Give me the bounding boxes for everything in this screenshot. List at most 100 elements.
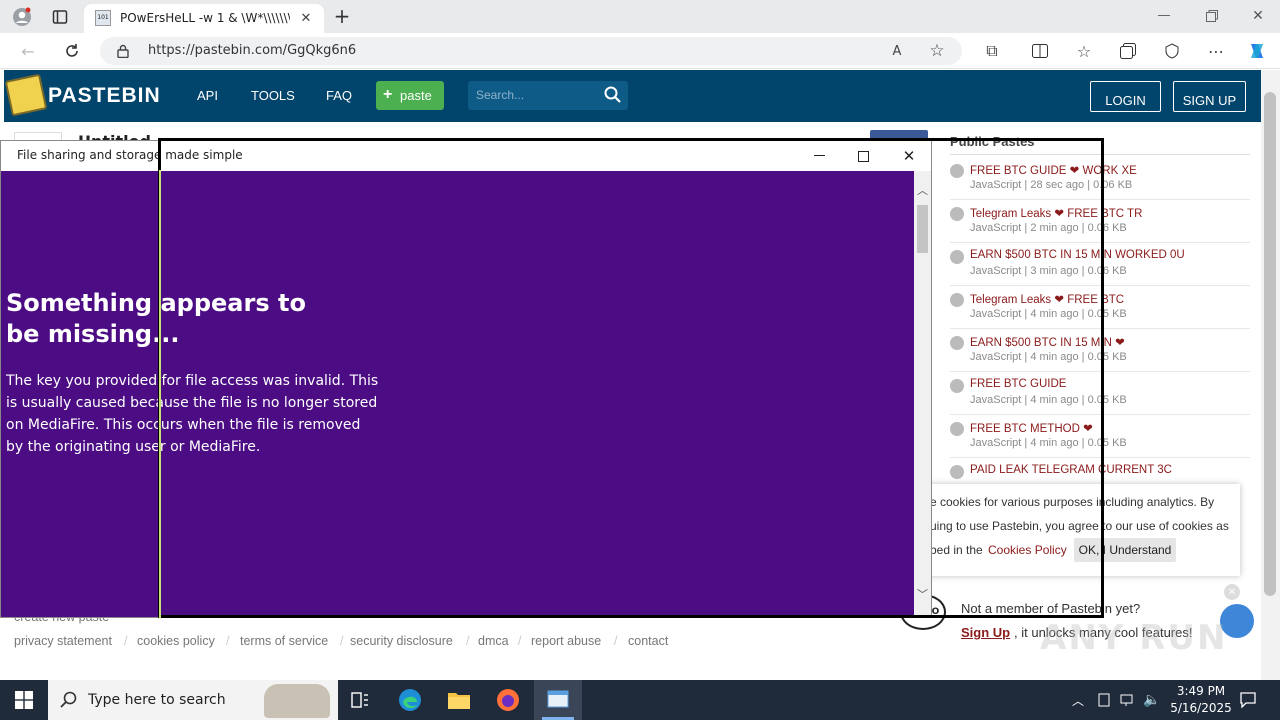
footer-link[interactable]: dmca (478, 634, 509, 648)
login-button[interactable]: LOGIN (1090, 81, 1161, 112)
split-screen-icon[interactable] (1028, 39, 1052, 63)
globe-icon (950, 422, 964, 436)
overlay-close-icon[interactable]: ✕ (897, 146, 921, 166)
overlay-scrollbar-thumb[interactable] (917, 205, 928, 253)
paste-link[interactable]: FREE BTC METHOD ❤ (970, 421, 1093, 435)
plus-icon: + (383, 86, 393, 103)
globe-icon (950, 164, 964, 178)
member-text: Not a member of Pastebin yet? (961, 601, 1141, 616)
refresh-icon[interactable] (60, 39, 84, 63)
overlay-titlebar[interactable]: File sharing and storage made simple ✕ (1, 141, 931, 171)
task-view-icon[interactable] (344, 684, 376, 716)
restore-icon[interactable] (1198, 4, 1226, 28)
scroll-down-icon[interactable]: ﹀ (914, 587, 931, 601)
public-paste-item[interactable]: EARN $500 BTC IN 15 MIN WORKED 0U JavaScr… (950, 243, 1250, 286)
public-paste-item[interactable]: Telegram Leaks ❤ FREE BTC JavaScript | 4 … (950, 286, 1250, 329)
back-icon[interactable]: ← (16, 39, 40, 63)
globe-icon (950, 465, 964, 479)
copilot-icon[interactable] (1244, 39, 1270, 63)
search-highlight-image (264, 684, 330, 718)
paste-link[interactable]: FREE BTC GUIDE ❤ WORK XE (970, 163, 1137, 177)
cookie-accept-button[interactable]: OK, I Understand (1074, 538, 1176, 562)
clock-time[interactable]: 3:49 PM (1170, 684, 1232, 698)
clock-date[interactable]: 5/16/2025 (1164, 701, 1238, 715)
footer-link[interactable]: terms of service (240, 634, 328, 648)
pastebin-favicon-icon: 101 (95, 10, 111, 26)
url-text: https://pastebin.com/GgQkg6n6 (148, 43, 357, 58)
active-tab[interactable]: 101 POwErsHeLL -w 1 & \W*\\\\\\\\ ✕ (84, 4, 324, 33)
pastebin-logo-icon[interactable] (4, 73, 48, 117)
active-app-taskbar-item[interactable] (534, 680, 582, 720)
new-paste-button[interactable]: + paste (376, 81, 444, 110)
member-signup-link[interactable]: Sign Up (961, 625, 1010, 640)
footer-link[interactable]: contact (628, 634, 668, 648)
footer-link[interactable]: report abuse (531, 634, 601, 648)
tab-title: POwErsHeLL -w 1 & \W*\\\\\\\\ (120, 11, 290, 25)
close-promo-icon[interactable]: ✕ (1224, 584, 1240, 600)
paste-link[interactable]: FREE BTC GUIDE (970, 378, 1066, 390)
overlay-title: File sharing and storage made simple (17, 148, 243, 162)
tab-actions-icon[interactable] (48, 6, 72, 28)
volume-icon[interactable]: 🔈 (1142, 690, 1162, 710)
public-paste-item[interactable]: EARN $500 BTC IN 15 MIN ❤ JavaScript | 4 … (950, 329, 1250, 372)
footer-link[interactable]: privacy statement (14, 634, 112, 648)
public-paste-item[interactable]: FREE BTC METHOD ❤ JavaScript | 4 min ago … (950, 415, 1250, 458)
taskbar-search-placeholder: Type here to search (88, 692, 226, 708)
favorite-star-icon[interactable]: ☆ (926, 41, 948, 61)
start-button[interactable] (0, 680, 48, 720)
file-explorer-icon[interactable] (443, 684, 475, 716)
page-scrollbar[interactable] (1261, 70, 1280, 680)
lock-icon[interactable] (114, 42, 132, 60)
nav-tools[interactable]: TOOLS (251, 88, 295, 103)
extensions-icon[interactable]: ⧉ (980, 39, 1004, 63)
footer-link[interactable]: cookies policy (137, 634, 215, 648)
globe-icon (950, 250, 964, 264)
paste-meta: JavaScript | 4 min ago | 0.05 KB (970, 394, 1127, 406)
close-tab-icon[interactable]: ✕ (296, 8, 316, 28)
search-input[interactable]: Search... (468, 81, 628, 110)
show-hidden-icons-icon[interactable]: ︿ (1068, 690, 1088, 710)
new-tab-button[interactable]: + (330, 4, 354, 28)
overlay-scrollbar[interactable]: ︿ ﹀ (914, 171, 931, 617)
profile-icon[interactable] (10, 5, 34, 29)
overlay-maximize-icon[interactable] (851, 146, 875, 166)
search-placeholder: Search... (476, 88, 525, 102)
favorites-icon[interactable]: ☆ (1072, 39, 1096, 63)
minimize-icon[interactable] (1150, 4, 1178, 28)
globe-icon (950, 207, 964, 221)
scrollbar-thumb[interactable] (1264, 92, 1276, 596)
paste-meta: JavaScript | 3 min ago | 0.06 KB (970, 265, 1127, 277)
cookies-policy-link[interactable]: Cookies Policy (988, 543, 1067, 557)
nav-api[interactable]: API (197, 88, 218, 103)
taskbar-search-box[interactable]: Type here to search (48, 680, 338, 720)
network-icon[interactable] (1118, 690, 1138, 710)
cookie-text: e cookies for various purposes including… (930, 495, 1215, 509)
paste-link[interactable]: PAID LEAK TELEGRAM CURRENT 3C (970, 464, 1172, 476)
public-paste-item[interactable]: FREE BTC GUIDE JavaScript | 4 min ago | 0… (950, 372, 1250, 415)
paste-link[interactable]: Telegram Leaks ❤ FREE BTC TR (970, 206, 1142, 220)
close-window-icon[interactable]: ✕ (1244, 4, 1272, 28)
read-aloud-icon[interactable]: A (886, 41, 908, 61)
overlay-minimize-icon[interactable] (807, 146, 831, 166)
edge-taskbar-icon[interactable] (394, 684, 426, 716)
scroll-up-icon[interactable]: ︿ (914, 183, 931, 197)
browser-essentials-icon[interactable] (1160, 39, 1184, 63)
more-menu-icon[interactable]: ⋯ (1204, 39, 1228, 63)
paste-link[interactable]: EARN $500 BTC IN 15 MIN WORKED 0U (970, 249, 1185, 261)
browser-toolbar: ← https://pastebin.com/GgQkg6n6 A ☆ ⧉ ☆ … (0, 33, 1280, 69)
collections-icon[interactable] (1116, 39, 1140, 63)
public-paste-item[interactable]: FREE BTC GUIDE ❤ WORK XE JavaScript | 28 … (950, 157, 1250, 200)
address-bar[interactable]: https://pastebin.com/GgQkg6n6 A ☆ (100, 37, 962, 65)
public-paste-item[interactable]: Telegram Leaks ❤ FREE BTC TR JavaScript |… (950, 200, 1250, 243)
firefox-icon[interactable] (492, 684, 524, 716)
network-device-icon[interactable] (1094, 690, 1114, 710)
paste-link[interactable]: Telegram Leaks ❤ FREE BTC (970, 292, 1124, 306)
error-heading: Something appears to be missing... (6, 289, 306, 348)
footer-link[interactable]: security disclosure (350, 634, 453, 648)
signup-button[interactable]: SIGN UP (1173, 81, 1246, 112)
notifications-icon[interactable] (1236, 688, 1260, 712)
paste-link[interactable]: EARN $500 BTC IN 15 MIN ❤ (970, 335, 1125, 349)
nav-faq[interactable]: FAQ (326, 88, 352, 103)
logo-text[interactable]: PASTEBIN (48, 84, 161, 108)
search-icon[interactable] (604, 86, 622, 104)
